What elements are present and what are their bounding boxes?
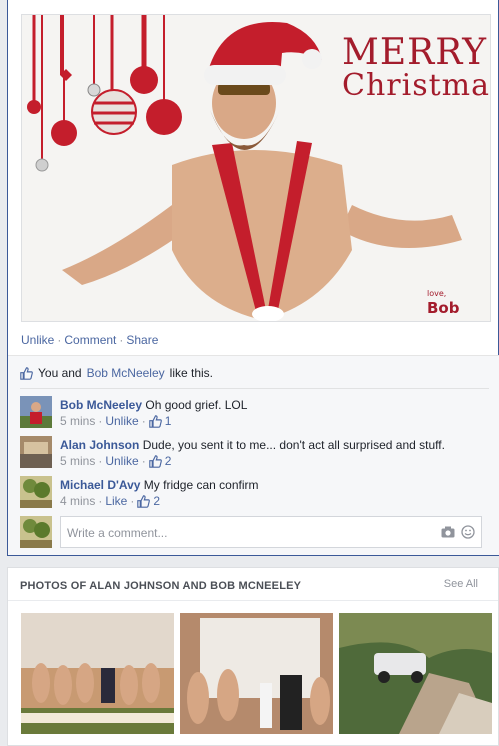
comment-time[interactable]: 5 mins <box>60 414 95 428</box>
divider <box>20 388 489 389</box>
photo-offroad-image <box>339 613 492 734</box>
separator: · <box>98 494 103 508</box>
comment-author[interactable]: Bob McNeeley <box>60 398 142 412</box>
separator: · <box>98 414 103 428</box>
comment-placeholder: Write a comment... <box>67 526 168 540</box>
avatar <box>20 516 52 548</box>
avatar-image <box>20 476 52 508</box>
comment-time[interactable]: 4 mins <box>60 494 95 508</box>
post-photo[interactable]: MERRY Christmas love, Bob <box>21 14 491 322</box>
christmas-text: Christmas <box>342 68 491 103</box>
comment-body: Michael D'Avy My fridge can confirm <box>60 477 258 493</box>
comment-like-toggle[interactable]: Unlike <box>105 414 138 428</box>
avatar-image <box>20 396 52 428</box>
comment-composer: Write a comment... <box>20 516 490 549</box>
photo-group-image <box>21 613 174 734</box>
see-all-link[interactable]: See All <box>444 578 478 590</box>
thumbs-up-icon <box>148 454 162 468</box>
separator: · <box>141 454 146 468</box>
comment-body: Bob McNeeley Oh good grief. LOL <box>60 397 247 413</box>
post-actions: Unlike · Comment · Share <box>21 333 158 347</box>
thumbs-up-icon <box>137 494 151 508</box>
separator: · <box>98 454 103 468</box>
post-card: MERRY Christmas love, Bob Unlike · Comment… <box>7 0 499 556</box>
photo-thumbnail[interactable] <box>339 613 492 734</box>
comment-text: My fridge can confirm <box>143 478 259 492</box>
comment-meta: 5 mins · Unlike · 1 <box>60 414 171 428</box>
photo-thumbnail[interactable] <box>21 613 174 734</box>
comment-link[interactable]: Comment <box>64 333 116 347</box>
separator: · <box>119 333 124 347</box>
photos-section-title: PHOTOS OF ALAN JOHNSON AND BOB MCNEELEY <box>20 580 302 592</box>
comment-text: Dude, you sent it to me... don't act all… <box>142 438 445 452</box>
camera-icon[interactable] <box>441 526 455 538</box>
comment-body: Alan Johnson Dude, you sent it to me... … <box>60 437 445 453</box>
comment-meta: 4 mins · Like · 2 <box>60 494 160 508</box>
comment-author[interactable]: Alan Johnson <box>60 438 139 452</box>
photo-group-image <box>180 613 333 734</box>
likes-summary: You and Bob McNeeley like this. <box>20 366 213 380</box>
comment-like-count[interactable]: 1 <box>165 414 172 428</box>
unlike-link[interactable]: Unlike <box>21 333 54 347</box>
merry-christmas-caption: MERRY Christmas <box>342 32 491 103</box>
comment-text: Oh good grief. LOL <box>145 398 248 412</box>
comments-section: You and Bob McNeeley like this. Bob McNe… <box>8 355 499 555</box>
thumbs-up-icon <box>20 366 33 380</box>
divider <box>8 600 498 601</box>
signature-love: love, <box>427 289 447 298</box>
comment-input[interactable]: Write a comment... <box>60 516 482 548</box>
comment-meta: 5 mins · Unlike · 2 <box>60 454 171 468</box>
comment-like-toggle[interactable]: Like <box>105 494 127 508</box>
comment-author[interactable]: Michael D'Avy <box>60 478 140 492</box>
share-link[interactable]: Share <box>126 333 158 347</box>
avatar[interactable] <box>20 436 52 468</box>
separator: · <box>130 494 135 508</box>
merry-text: MERRY <box>342 32 488 73</box>
avatar-image <box>20 516 52 548</box>
likes-prefix: You and <box>38 366 82 380</box>
liker-link[interactable]: Bob McNeeley <box>87 366 165 380</box>
comment-like-count[interactable]: 2 <box>153 494 160 508</box>
comment-item: Bob McNeeley Oh good grief. LOL 5 mins · … <box>20 396 490 432</box>
likes-suffix: like this. <box>169 366 214 380</box>
separator: · <box>141 414 146 428</box>
comment-like-toggle[interactable]: Unlike <box>105 454 138 468</box>
thumbs-up-icon <box>148 414 162 428</box>
comment-like-count[interactable]: 2 <box>165 454 172 468</box>
comment-time[interactable]: 5 mins <box>60 454 95 468</box>
avatar[interactable] <box>20 476 52 508</box>
photo-thumbnail[interactable] <box>180 613 333 734</box>
separator: · <box>57 333 62 347</box>
avatar-image <box>20 436 52 468</box>
signature-name: Bob <box>427 299 460 317</box>
avatar[interactable] <box>20 396 52 428</box>
photos-card: PHOTOS OF ALAN JOHNSON AND BOB MCNEELEY … <box>7 567 499 746</box>
emoji-icon[interactable] <box>461 525 475 539</box>
comment-item: Michael D'Avy My fridge can confirm 4 mi… <box>20 476 490 512</box>
comment-item: Alan Johnson Dude, you sent it to me... … <box>20 436 490 472</box>
signature: love, Bob <box>427 285 459 317</box>
